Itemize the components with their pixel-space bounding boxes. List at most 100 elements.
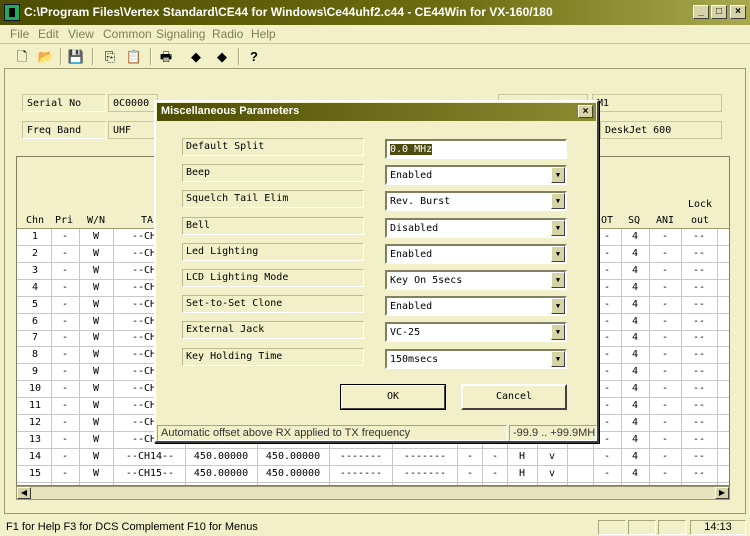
param-select[interactable]: Enabled ▼ [385,296,567,317]
cell-ani: - [661,468,669,479]
table-row[interactable]: 14 - W --CH14-- 450.00000 450.00000 ----… [17,449,729,466]
menu-radio[interactable]: Radio [212,27,243,41]
print-icon[interactable]: 🖶 [156,47,176,66]
cell-chn: 8 [31,349,39,361]
col-wn[interactable]: W/N [81,215,111,226]
save-icon[interactable]: 💾 [66,47,86,66]
dialog-close-button[interactable]: × [578,105,593,118]
col-chn[interactable]: Chn [21,215,49,226]
param-select[interactable]: VC-25 ▼ [385,322,567,343]
cell-wn: W [92,298,100,310]
param-select-value: Enabled [390,170,433,182]
status-bar: F1 for Help F3 for DCS Complement F10 fo… [0,518,750,536]
misc-parameters-dialog: Miscellaneous Parameters × Default Split… [154,100,599,443]
menu-signaling[interactable]: Signaling [156,27,205,41]
param-select[interactable]: Rev. Burst ▼ [385,191,567,212]
cell-ctcss-tx: ------- [403,451,447,462]
param-select[interactable]: 150msecs ▼ [385,348,567,369]
cell-tx: 450.00000 [265,451,321,462]
scroll-left-icon[interactable]: ◀ [17,487,31,499]
col-ani[interactable]: ANI [651,215,679,226]
param-select[interactable]: Key On 5secs ▼ [385,270,567,290]
cell-chn: 5 [31,298,39,310]
cell-lock: -- [692,400,706,411]
dropdown-arrow-icon[interactable]: ▼ [551,272,565,288]
paste-icon[interactable]: 📋 [124,47,144,66]
scroll-right-icon[interactable]: ▶ [715,487,729,499]
cell-lock: -- [692,247,706,259]
param-select-value: Enabled [390,248,433,260]
cell-wn: W [92,451,100,462]
menu-view[interactable]: View [68,27,94,41]
split-value: 0.0 MHz [390,144,433,155]
col-pri[interactable]: Pri [51,215,77,226]
cell-wn: W [92,247,100,259]
param-select[interactable]: Enabled ▼ [385,243,567,264]
ok-button[interactable]: OK [340,384,446,410]
cell-pri: - [61,281,69,293]
open-folder-icon[interactable]: 📂 [36,47,56,66]
cell-tag: --CH15-- [125,468,175,479]
col-lock-top[interactable]: Lock [683,199,717,210]
status-indicator [628,520,656,535]
dropdown-arrow-icon[interactable]: ▼ [551,350,565,367]
minimize-button[interactable]: _ [693,5,709,19]
param-label: Set-to-Set Clone [182,295,364,314]
cell-v: v [548,468,556,479]
cell-chn: 13 [28,433,42,445]
param-label: Key Holding Time [182,347,364,366]
param-select[interactable]: Enabled ▼ [385,165,567,186]
new-file-icon[interactable]: 🗋 [12,47,32,66]
read-radio-icon[interactable]: ◆ [186,47,206,66]
copy-icon[interactable]: ⎘ [100,47,120,66]
dropdown-arrow-icon[interactable]: ▼ [551,298,565,315]
menu-help[interactable]: Help [251,27,276,41]
cell-ani: - [661,281,669,293]
cell-tx: 450.00000 [265,468,321,479]
title-bar: C:\Program Files\Vertex Standard\CE44 fo… [0,0,750,25]
serial-label: Serial No [22,94,106,112]
menu-common[interactable]: Common [103,27,152,41]
cell-sq: 4 [631,468,639,479]
cell-ani: - [661,231,669,242]
split-input[interactable]: 0.0 MHz [385,139,567,159]
cell-pri: - [61,400,69,411]
param-label: Led Lighting [182,242,364,261]
toolbar-separator [150,48,152,65]
col-lock-bottom[interactable]: out [683,215,717,226]
dropdown-arrow-icon[interactable]: ▼ [551,193,565,210]
radio-app-icon[interactable] [4,4,20,21]
cell-ani: - [661,247,669,259]
cancel-button[interactable]: Cancel [461,384,567,410]
param-select-value: Disabled [390,222,439,234]
dropdown-arrow-icon[interactable]: ▼ [551,324,565,341]
cell-pri: - [61,416,69,428]
cell-lock: -- [692,298,706,310]
cell-lock: -- [692,416,706,428]
dropdown-arrow-icon[interactable]: ▼ [551,245,565,262]
close-button[interactable]: × [730,5,746,19]
cell-lock: -- [692,315,706,327]
cell-sq: 4 [631,400,639,411]
param-select[interactable]: Disabled ▼ [385,217,567,238]
cell-power: H [518,451,526,462]
dropdown-arrow-icon[interactable]: ▼ [551,167,565,184]
write-radio-icon[interactable]: ◆ [212,47,232,66]
cell-d2: - [491,468,499,479]
cell-sq: 4 [631,349,639,361]
dropdown-arrow-icon[interactable]: ▼ [551,219,565,236]
cell-sq: 4 [631,264,639,276]
maximize-button[interactable]: □ [711,5,727,19]
cell-chn: 9 [31,366,39,378]
param-select-value: Rev. Burst [390,196,451,208]
col-ot[interactable]: OT [597,215,617,226]
cell-lock: -- [692,332,706,344]
horizontal-scrollbar[interactable]: ◀ ▶ [16,486,730,500]
table-row[interactable]: 15 - W --CH15-- 450.00000 450.00000 ----… [17,466,729,483]
menu-edit[interactable]: Edit [38,27,59,41]
col-sq[interactable]: SQ [623,215,645,226]
menu-file[interactable]: File [10,27,29,41]
dialog-title: Miscellaneous Parameters [161,105,300,117]
cell-chn: 11 [28,400,42,411]
help-icon[interactable]: ? [244,47,264,66]
